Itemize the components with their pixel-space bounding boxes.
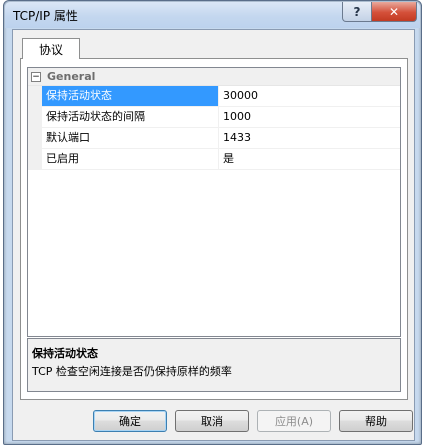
tab-panel: − General 保持活动状态 30000 保持活动状态的间隔 1000 默认… [20, 58, 408, 400]
category-label: General [47, 70, 96, 83]
property-value[interactable]: 1000 [219, 107, 251, 127]
apply-button[interactable]: 应用(A) [257, 410, 331, 432]
property-value[interactable]: 30000 [219, 86, 258, 106]
help-button[interactable]: 帮助 [339, 410, 413, 432]
tab-protocol[interactable]: 协议 [22, 38, 80, 59]
cancel-button[interactable]: 取消 [175, 410, 249, 432]
dialog-body: 协议 − General 保持活动状态 30000 保持活动状态的间隔 1000 [12, 29, 415, 441]
property-name: 默认端口 [42, 128, 219, 148]
ok-button[interactable]: 确定 [93, 410, 167, 432]
help-icon[interactable]: ? [342, 2, 372, 22]
property-name: 保持活动状态 [42, 86, 219, 106]
property-row[interactable]: 已启用 是 [28, 149, 400, 170]
property-row[interactable]: 保持活动状态的间隔 1000 [28, 107, 400, 128]
property-name: 保持活动状态的间隔 [42, 107, 219, 127]
title-bar[interactable]: TCP/IP 属性 ? ✕ [5, 2, 420, 28]
close-icon[interactable]: ✕ [371, 2, 417, 22]
description-title: 保持活动状态 [32, 347, 98, 360]
row-gutter [28, 86, 42, 106]
row-gutter [28, 149, 42, 169]
property-value[interactable]: 1433 [219, 128, 251, 148]
row-gutter [28, 128, 42, 148]
property-name: 已启用 [42, 149, 219, 169]
property-grid: − General 保持活动状态 30000 保持活动状态的间隔 1000 默认… [27, 67, 401, 337]
description-pane: 保持活动状态 TCP 检查空闲连接是否仍保持原样的频率 [27, 338, 401, 392]
property-value[interactable]: 是 [219, 149, 234, 169]
property-row[interactable]: 保持活动状态 30000 [28, 86, 400, 107]
collapse-icon[interactable]: − [31, 71, 41, 82]
row-gutter [28, 107, 42, 127]
tab-label: 协议 [38, 42, 63, 57]
dialog-window: TCP/IP 属性 ? ✕ 协议 − General 保持活动状态 30000 [3, 0, 422, 445]
window-title: TCP/IP 属性 [13, 9, 78, 23]
category-row-general[interactable]: − General [28, 68, 400, 86]
property-row[interactable]: 默认端口 1433 [28, 128, 400, 149]
description-text: TCP 检查空闲连接是否仍保持原样的频率 [32, 365, 232, 378]
